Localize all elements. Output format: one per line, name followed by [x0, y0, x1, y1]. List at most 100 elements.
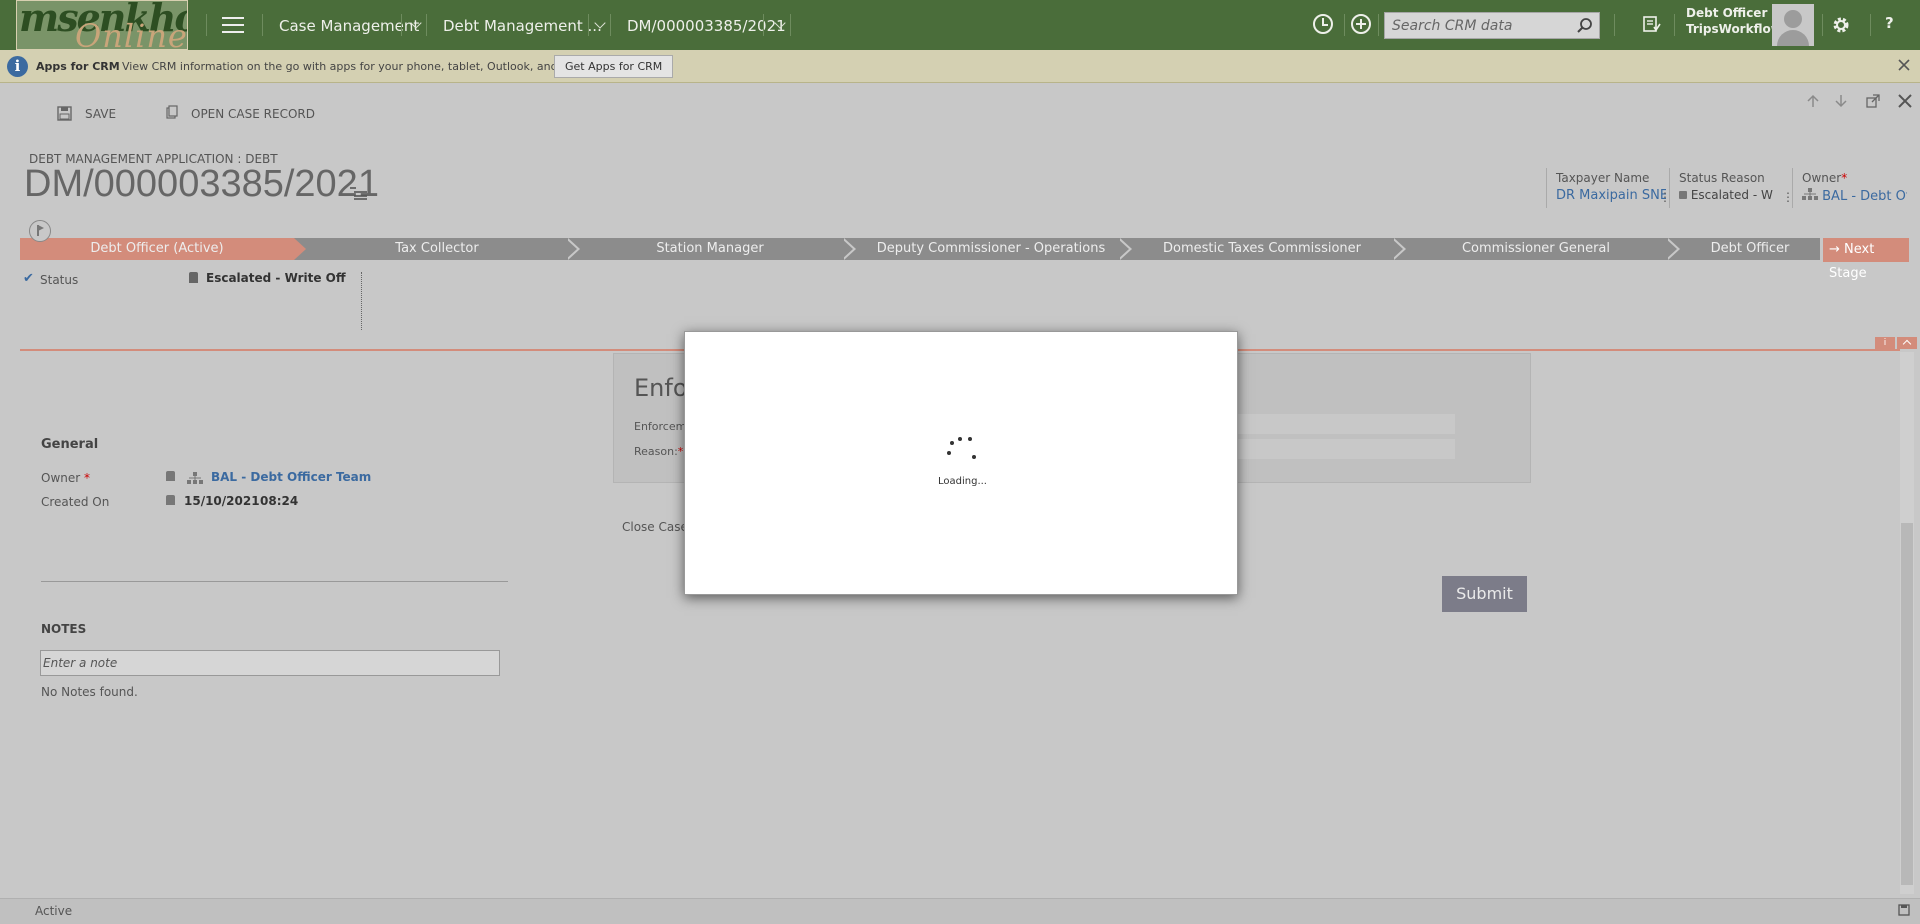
notes-empty-message: No Notes found. — [41, 685, 138, 699]
stage-debt-officer[interactable]: Debt Officer — [1680, 238, 1820, 260]
reason-field-input[interactable] — [1235, 439, 1455, 459]
header-field-divider — [1792, 168, 1793, 208]
lock-icon — [166, 471, 175, 481]
close-record-icon[interactable] — [1898, 94, 1912, 108]
help-icon[interactable]: ? — [1885, 14, 1894, 32]
nav-divider — [1822, 14, 1823, 36]
loading-spinner-icon — [945, 436, 979, 470]
menu-icon[interactable] — [222, 17, 244, 33]
arrow-right-icon: → — [1829, 242, 1845, 257]
nav-divider — [588, 14, 589, 36]
save-icon[interactable] — [57, 106, 72, 121]
created-on-date: 15/10/2021 — [184, 494, 260, 508]
team-icon — [187, 472, 203, 484]
open-case-record-button[interactable]: OPEN CASE RECORD — [191, 107, 315, 121]
header-field-taxpayer[interactable]: Taxpayer Name DR Maxipain SNE — [1556, 171, 1666, 203]
nav-divider — [1870, 14, 1871, 36]
stage-separator — [841, 238, 856, 260]
lock-icon — [166, 495, 175, 505]
previous-record-arrow-up-icon[interactable] — [1806, 94, 1820, 108]
gear-icon[interactable] — [1831, 15, 1851, 35]
avatar[interactable] — [1772, 4, 1814, 46]
step-status-value: Escalated - Write Off — [206, 271, 346, 285]
nav-divider — [790, 14, 791, 36]
info-icon: i — [7, 56, 28, 77]
stage-separator — [1391, 238, 1406, 260]
taxpayer-name-label: Taxpayer Name — [1556, 171, 1650, 185]
search-icon[interactable] — [1576, 17, 1593, 34]
stage-commissioner-general[interactable]: Commissioner General — [1406, 238, 1666, 260]
stage-tax-collector[interactable]: Tax Collector — [306, 238, 568, 260]
required-indicator: * — [1841, 171, 1848, 185]
close-icon[interactable] — [1898, 59, 1910, 71]
recent-items-clock-icon[interactable] — [1313, 14, 1333, 34]
created-on-time: 08:24 — [260, 494, 299, 508]
owner-value[interactable]: BAL - Debt Of — [1822, 189, 1907, 204]
loading-dialog: Loading... — [684, 331, 1238, 595]
nav-divider — [1378, 14, 1379, 36]
save-icon[interactable] — [1898, 904, 1910, 916]
nav-divider — [1344, 14, 1345, 36]
loading-text: Loading... — [938, 476, 987, 487]
checkmark-icon: ✔ — [23, 271, 34, 286]
brand-logo[interactable]: msenkho Online — [16, 0, 188, 50]
get-apps-button[interactable]: Get Apps for CRM — [554, 55, 674, 78]
nav-divider — [206, 14, 207, 36]
collapse-chevron-up-icon[interactable] — [1897, 337, 1917, 349]
owner-field-value[interactable]: BAL - Debt Officer Team — [211, 470, 371, 484]
breadcrumb-case-management[interactable]: Case Management — [279, 17, 419, 35]
stage-station-manager[interactable]: Station Manager — [580, 238, 840, 260]
submit-button[interactable]: Submit — [1442, 576, 1527, 612]
logo-text-secondary: Online — [75, 17, 188, 50]
form-selector-icon[interactable] — [350, 186, 368, 200]
owner-field-label: Owner * — [41, 471, 91, 485]
stage-separator — [1665, 238, 1680, 260]
status-reason-value: Escalated - W — [1690, 188, 1773, 202]
nav-divider — [262, 14, 263, 36]
record-status: Active — [35, 904, 73, 918]
nav-divider — [1674, 14, 1675, 36]
stage-separator — [565, 238, 580, 260]
info-title: Apps for CRM — [36, 60, 120, 73]
process-flag-icon[interactable] — [29, 220, 51, 242]
breadcrumb-record[interactable]: DM/000003385/2021 — [627, 17, 786, 35]
header-field-owner[interactable]: Owner* BAL - Debt Of — [1802, 171, 1907, 204]
step-divider — [361, 272, 362, 330]
team-icon — [1802, 188, 1818, 200]
process-stage-bar: Debt Officer (Active) Tax Collector Stat… — [20, 238, 1820, 260]
advanced-find-icon[interactable] — [1643, 15, 1661, 33]
breadcrumb-debt-management[interactable]: Debt Management ... — [443, 17, 602, 35]
open-record-icon[interactable] — [166, 105, 178, 119]
enforcement-field-input[interactable] — [1235, 414, 1455, 434]
note-input[interactable]: Enter a note — [40, 650, 500, 676]
pop-out-icon[interactable] — [1866, 94, 1880, 108]
form-section-title: Enfo — [634, 374, 688, 402]
search-placeholder: Search CRM data — [1392, 18, 1513, 34]
enforcement-field-label: Enforcem — [634, 420, 687, 433]
status-reason-label: Status Reason — [1679, 171, 1765, 185]
next-record-arrow-down-icon[interactable] — [1834, 94, 1848, 108]
create-new-plus-icon[interactable] — [1351, 14, 1371, 34]
stage-deputy-commissioner[interactable]: Deputy Commissioner - Operations — [856, 238, 1126, 260]
stage-domestic-taxes-commissioner[interactable]: Domestic Taxes Commissioner — [1132, 238, 1392, 260]
stage-separator — [1117, 238, 1132, 260]
step-status-label: Status — [40, 273, 79, 287]
reason-field-label: Reason:* — [634, 445, 684, 458]
search-input[interactable]: Search CRM data — [1384, 12, 1600, 39]
created-on-label: Created On — [41, 495, 110, 509]
taxpayer-name-value[interactable]: DR Maxipain SNE — [1556, 188, 1666, 203]
info-toggle-icon[interactable]: i — [1875, 337, 1895, 349]
save-button[interactable]: SAVE — [85, 107, 116, 121]
nav-divider — [401, 14, 402, 36]
user-info[interactable]: Debt Officer TripsWorkflow — [1686, 5, 1782, 37]
info-message: View CRM information on the go with apps… — [122, 60, 594, 73]
header-field-status-reason[interactable]: Status Reason Escalated - W — [1679, 171, 1775, 202]
nav-divider — [1614, 14, 1615, 36]
note-placeholder: Enter a note — [43, 656, 118, 670]
scrollbar-thumb[interactable] — [1901, 523, 1913, 885]
lock-icon — [189, 272, 198, 283]
header-field-divider — [1669, 168, 1670, 208]
stage-debt-officer-active[interactable]: Debt Officer (Active) — [20, 238, 306, 260]
section-divider — [41, 581, 508, 582]
next-stage-button[interactable]: → Next Stage — [1823, 238, 1909, 281]
